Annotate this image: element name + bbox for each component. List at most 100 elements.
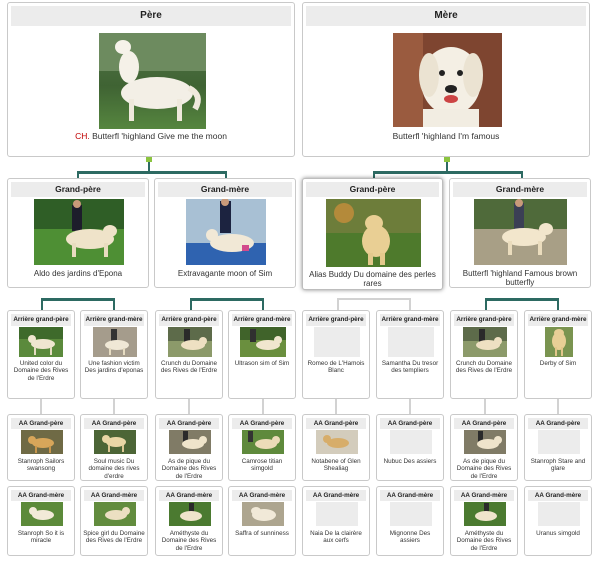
dog-name[interactable]: Samantha Du tresor des templiers xyxy=(379,360,441,375)
aa-grandmere-card[interactable]: AA Grand-mère Mignonne Des assiers xyxy=(376,486,444,556)
dog-photo[interactable] xyxy=(545,327,573,357)
dog-photo[interactable] xyxy=(94,502,136,526)
dog-name[interactable]: As de pique du Domaine des Rives de l'Er… xyxy=(453,458,515,480)
dog-photo[interactable] xyxy=(169,502,211,526)
dog-name[interactable]: Uranus simgold xyxy=(527,530,589,537)
connector xyxy=(41,298,115,301)
dog-name[interactable]: Nubuc Des assiers xyxy=(379,458,441,465)
dog-name[interactable]: Ultrason sim of Sim xyxy=(231,360,293,367)
card-title: AA Grand-mère xyxy=(84,490,144,501)
dog-photo[interactable] xyxy=(463,327,507,357)
dog-name[interactable]: United color du Domaine des Rives de l'E… xyxy=(10,360,72,382)
dog-name[interactable]: Améthyste du Domaine des Rives de l'Erdr… xyxy=(158,530,220,552)
dog-photo[interactable] xyxy=(464,430,506,454)
connector xyxy=(557,399,559,414)
dog-name[interactable]: CH. Butterfl 'highland Give me the moon xyxy=(12,131,290,141)
great-grandparent-card[interactable]: Arrière grand-père Crunch du Domaine des… xyxy=(450,310,518,399)
dog-photo[interactable] xyxy=(93,327,137,357)
card-title: AA Grand-père xyxy=(84,418,144,429)
dog-name[interactable]: Stanroph So it is miracle xyxy=(10,530,72,545)
connector xyxy=(373,171,523,174)
card-title: Grand-père xyxy=(11,182,145,197)
dog-photo[interactable] xyxy=(393,33,502,127)
dog-name[interactable]: Mignonne Des assiers xyxy=(379,530,441,545)
connector xyxy=(485,298,487,310)
dog-photo[interactable] xyxy=(316,430,358,454)
dog-photo[interactable] xyxy=(169,430,211,454)
pere-card[interactable]: Père CH. Butterfl 'highland Give me the … xyxy=(7,2,295,157)
dog-photo[interactable] xyxy=(242,502,284,526)
dog-name[interactable]: Aldo des jardins d'Epona xyxy=(11,269,145,278)
dog-name[interactable]: Améthyste du Domaine des Rives de l'Erdr… xyxy=(453,530,515,552)
aa-grandpere-card[interactable]: AA Grand-père Notabene of Glen Shealiag xyxy=(302,414,370,481)
dog-photo[interactable] xyxy=(21,430,63,454)
aa-grandmere-card[interactable]: AA Grand-mère Naia De la clairère aux ce… xyxy=(302,486,370,556)
great-grandparent-card[interactable]: Arrière grand-mère Une fashion victim De… xyxy=(80,310,148,399)
aa-grandpere-card[interactable]: AA Grand-père Soul music Du domaine des … xyxy=(80,414,148,481)
dog-photo[interactable] xyxy=(19,327,63,357)
aa-grandmere-card[interactable]: AA Grand-mère Stanroph So it is miracle xyxy=(7,486,75,556)
dog-photo[interactable] xyxy=(326,199,421,267)
dog-name[interactable]: Romeo de L'Hamois Blanc xyxy=(305,360,367,375)
card-title: Grand-mère xyxy=(453,182,587,197)
card-title: AA Grand-père xyxy=(528,418,588,429)
connector xyxy=(262,399,264,414)
connector xyxy=(557,298,559,310)
grandparent-card[interactable]: Grand-père Alias Buddy Du domaine des pe… xyxy=(302,178,443,290)
great-grandparent-card[interactable]: Arrière grand-mère Derby of Sim xyxy=(524,310,592,399)
dog-name[interactable]: Spice girl du Domaine des Rives de l'Erd… xyxy=(83,530,145,545)
aa-grandpere-card[interactable]: AA Grand-père As de pique du Domaine des… xyxy=(155,414,223,481)
dog-name[interactable]: Stanroph Stare and glare xyxy=(527,458,589,473)
aa-grandpere-card[interactable]: AA Grand-père Stanroph Sailors swansong xyxy=(7,414,75,481)
grandparent-card[interactable]: Grand-mère Extravagante moon of Sim xyxy=(154,178,296,288)
connector xyxy=(409,298,411,310)
dog-photo[interactable] xyxy=(242,430,284,454)
dog-name[interactable]: Naia De la clairère aux cerfs xyxy=(305,530,367,545)
great-grandparent-card[interactable]: Arrière grand-mère Ultrason sim of Sim xyxy=(228,310,296,399)
dog-photo[interactable] xyxy=(99,33,206,129)
aa-grandmere-card[interactable]: AA Grand-mère Améthyste du Domaine des R… xyxy=(450,486,518,556)
grandparent-card[interactable]: Grand-père Aldo des jardins d'Epona xyxy=(7,178,149,288)
dog-name[interactable]: Camrose titian simgold xyxy=(231,458,293,473)
dog-name[interactable]: Soul music Du domaine des rives d'erdre xyxy=(83,458,145,480)
aa-grandpere-card[interactable]: AA Grand-père As de pique du Domaine des… xyxy=(450,414,518,481)
aa-grandpere-card[interactable]: AA Grand-père Camrose titian simgold xyxy=(228,414,296,481)
dog-photo[interactable] xyxy=(21,502,63,526)
great-grandparent-card[interactable]: Arrière grand-mère Samantha Du tresor de… xyxy=(376,310,444,399)
aa-grandpere-card[interactable]: AA Grand-père Stanroph Stare and glare xyxy=(524,414,592,481)
grandparent-card[interactable]: Grand-mère Butterfl 'highland Famous bro… xyxy=(449,178,591,288)
aa-grandmere-card[interactable]: AA Grand-mère Uranus simgold xyxy=(524,486,592,556)
dog-name[interactable]: Butterfl 'highland Famous brown butterfl… xyxy=(453,269,587,288)
dog-photo[interactable] xyxy=(168,327,212,357)
aa-grandmere-card[interactable]: AA Grand-mère Spice girl du Domaine des … xyxy=(80,486,148,556)
dog-name[interactable]: Saffra of sunniness xyxy=(231,530,293,537)
dog-photo[interactable] xyxy=(94,430,136,454)
aa-grandpere-card[interactable]: AA Grand-père Nubuc Des assiers xyxy=(376,414,444,481)
dog-photo[interactable] xyxy=(186,199,266,265)
dog-name[interactable]: Butterfl 'highland I'm famous xyxy=(307,131,585,141)
dog-name[interactable]: Derby of Sim xyxy=(527,360,589,367)
mere-card[interactable]: Mère Butterfl 'highland I'm famous xyxy=(302,2,590,157)
dog-photo[interactable] xyxy=(34,199,124,265)
dog-name[interactable]: Stanroph Sailors swansong xyxy=(10,458,72,473)
dog-name[interactable]: Crunch du Domaine des Rives de l'Erdre xyxy=(453,360,515,375)
great-grandparent-card[interactable]: Arrière grand-père United color du Domai… xyxy=(7,310,75,399)
connector xyxy=(262,298,264,310)
photo-placeholder xyxy=(390,430,432,454)
dog-name[interactable]: Une fashion victim Des jardins d'eponas xyxy=(83,360,145,375)
connector xyxy=(190,298,192,310)
connector xyxy=(40,399,42,414)
dog-name[interactable]: As de pique du Domaine des Rives de l'Er… xyxy=(158,458,220,480)
dog-name[interactable]: Extravagante moon of Sim xyxy=(158,269,292,278)
dog-photo[interactable] xyxy=(240,327,286,357)
dog-photo[interactable] xyxy=(474,199,567,265)
aa-grandmere-card[interactable]: AA Grand-mère Améthyste du Domaine des R… xyxy=(155,486,223,556)
dog-name[interactable]: Notabene of Glen Shealiag xyxy=(305,458,367,473)
dog-name[interactable]: Alias Buddy Du domaine des perles rares xyxy=(306,270,439,289)
great-grandparent-card[interactable]: Arrière grand-père Crunch du Domaine des… xyxy=(155,310,223,399)
card-title: Grand-père xyxy=(306,182,439,197)
dog-name[interactable]: Crunch du Domaine des Rives de l'Erdre xyxy=(158,360,220,375)
dog-photo[interactable] xyxy=(464,502,506,526)
great-grandparent-card[interactable]: Arrière grand-père Romeo de L'Hamois Bla… xyxy=(302,310,370,399)
aa-grandmere-card[interactable]: AA Grand-mère Saffra of sunniness xyxy=(228,486,296,556)
